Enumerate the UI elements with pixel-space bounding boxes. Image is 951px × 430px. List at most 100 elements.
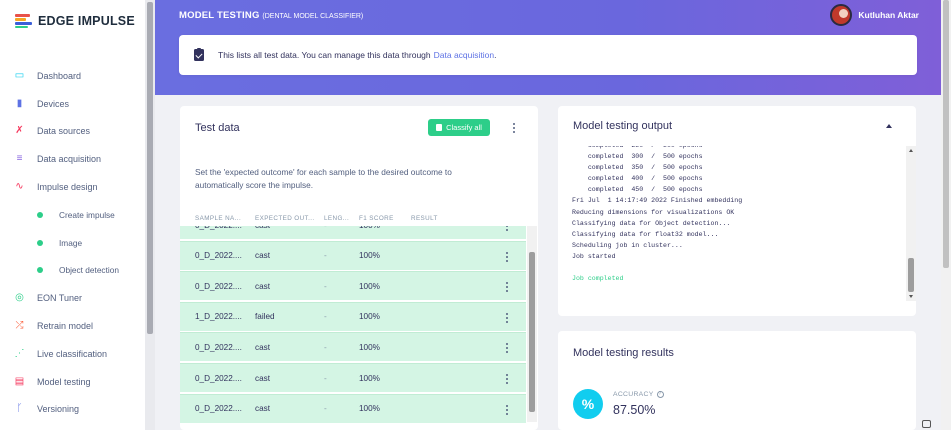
sidebar-item-object-detection[interactable]: Object detection [0,257,145,285]
sidebar-item-label: Create impulse [59,209,115,220]
row-menu-icon[interactable] [503,312,511,324]
brand-name: EDGE IMPULSE [38,14,135,28]
sidebar-item-devices[interactable]: ▮ Devices [0,90,145,118]
sample-name-cell: 1_D_2022.... [195,312,242,322]
avatar[interactable] [830,4,853,26]
test-data-title: Test data [195,122,240,134]
sample-name-cell: 0_D_2022.... [195,281,242,291]
f1-score-cell: 100% [359,251,380,261]
chat-icon[interactable] [922,420,931,428]
sidebar-item-data-sources[interactable]: ✗ Data sources [0,118,145,146]
f1-score-cell: 100% [359,404,380,414]
row-menu-icon[interactable] [503,373,511,385]
table-row[interactable]: 0_D_2022.... cast - 100% [180,271,526,301]
sidebar-item-retrain-model[interactable]: ⤮ Retrain model [0,312,145,340]
output-title: Model testing output [573,120,673,132]
banner-text: This lists all test data. You can manage… [218,50,431,60]
sidebar-item-data-acquisition[interactable]: ≡ Data acquisition [0,145,145,173]
length-cell: - [324,281,327,291]
console-line: Fri Jul 1 14:17:49 2022 Finished embeddi… [572,197,743,205]
length-cell: - [324,373,327,383]
sidebar-item-label: EON Tuner [37,293,83,304]
brand[interactable]: EDGE IMPULSE [15,14,135,28]
table-row[interactable]: 0_D_2022.... cast - 100% [180,240,526,270]
help-icon[interactable]: ? [656,391,664,398]
sidebar-item-label: Impulse design [37,182,98,193]
row-menu-icon[interactable] [503,281,511,293]
data-sources-icon: ✗ [15,125,24,137]
scroll-down-arrow-icon[interactable] [909,295,913,298]
sample-name-cell: 0_D_2022.... [195,373,242,383]
f1-score-cell: 100% [359,226,380,230]
column-f1-score[interactable]: F1 SCORE [359,215,394,222]
collapse-caret-icon[interactable] [886,124,892,128]
output-console: completed 250 / 500 epochs completed 300… [572,146,907,302]
page-subtitle: (DENTAL MODEL CLASSIFIER) [262,13,364,20]
sidebar-item-create-impulse[interactable]: Create impulse [0,201,145,229]
bullet-dot-icon [37,267,43,274]
sidebar-item-dashboard[interactable]: ▭ Dashboard [0,62,145,90]
sample-name-cell: 0_D_2022.... [195,342,242,352]
sidebar-item-label: Image [59,237,83,248]
bullet-dot-icon [37,239,43,246]
classify-all-button[interactable]: Classify all [428,119,490,136]
sidebar-item-label: Live classification [37,348,108,359]
f1-score-cell: 100% [359,373,380,383]
row-menu-icon[interactable] [503,251,511,263]
row-menu-icon[interactable] [503,404,511,416]
table-scrollbar-thumb[interactable] [529,252,535,412]
length-cell: - [324,342,327,352]
test-data-description: Set the 'expected outcome' for each samp… [195,167,452,190]
sidebar-scrollbar-thumb[interactable] [147,2,153,334]
clipboard-icon: ▤ [14,375,25,387]
sidebar-item-image[interactable]: Image [0,229,145,257]
expected-outcome-cell: cast [255,281,271,291]
test-data-rows: 0_D_2022.... cast -100% 0_D_2022.... cast -10… [180,226,526,430]
column-result[interactable]: RESULT [411,215,438,222]
expected-outcome-cell: cast [255,373,271,383]
shuffle-icon: ⤮ [15,320,24,332]
sidebar-item-label: Devices [37,98,70,109]
sidebar-item-eon-tuner[interactable]: ◎ EON Tuner [0,284,145,312]
page-title: MODEL TESTING (DENTAL MODEL CLASSIFIER) [179,10,363,21]
accuracy-label: ACCURACY ? [613,391,664,398]
table-row[interactable]: 0_D_2022.... cast - 100% [180,363,526,392]
column-expected-outcome[interactable]: EXPECTED OUT... [255,215,315,222]
length-cell: - [324,251,327,261]
row-menu-icon[interactable] [503,342,511,354]
sidebar-item-model-testing[interactable]: ▤ Model testing [0,368,145,396]
expected-outcome-cell: cast [255,226,270,230]
sidebar-item-versioning[interactable]: ᚴ Versioning [0,396,145,424]
sidebar-item-label: Data sources [37,126,91,137]
sidebar-item-label: Data acquisition [37,154,102,165]
f1-score-cell: 100% [359,342,380,352]
user-menu[interactable]: Kutluhan Aktar [830,4,919,26]
sidebar-item-label: Versioning [37,404,80,415]
table-row[interactable]: 0_D_2022.... cast - 100% [180,393,526,423]
table-row[interactable]: 1_D_2022.... failed - 100% [180,301,526,331]
row-menu-icon[interactable] [503,226,511,232]
page-scrollbar-thumb[interactable] [943,0,949,268]
length-cell: - [324,226,327,230]
monitor-icon: ▭ [14,69,25,81]
table-row[interactable]: 0_D_2022.... cast - 100% [180,226,526,239]
data-acquisition-link[interactable]: Data acquisition [434,50,494,60]
user-name: Kutluhan Aktar [858,10,919,20]
column-sample-name[interactable]: SAMPLE NA... [195,215,241,222]
percent-icon: % [573,389,603,419]
sidebar-item-impulse-design[interactable]: ∿ Impulse design [0,173,145,201]
test-data-menu-icon[interactable] [510,122,518,134]
sidebar: EDGE IMPULSE ▭ Dashboard ▮ Devices ✗ Data sou… [0,0,145,430]
output-scrollbar-thumb[interactable] [908,258,914,292]
database-icon: ≡ [16,153,23,165]
scroll-up-arrow-icon[interactable] [909,149,913,152]
expected-outcome-cell: cast [255,251,271,261]
model-testing-results-card: Model testing results % ACCURACY ? 87.50… [558,331,916,430]
branch-icon: ᚴ [16,403,23,415]
table-row[interactable]: 0_D_2022.... cast - 100% [180,332,526,362]
sidebar-item-live-classification[interactable]: ⋰ Live classification [0,340,145,368]
banner-suffix: . [494,50,497,60]
column-length[interactable]: LENG... [324,215,349,222]
classify-icon [436,124,443,131]
